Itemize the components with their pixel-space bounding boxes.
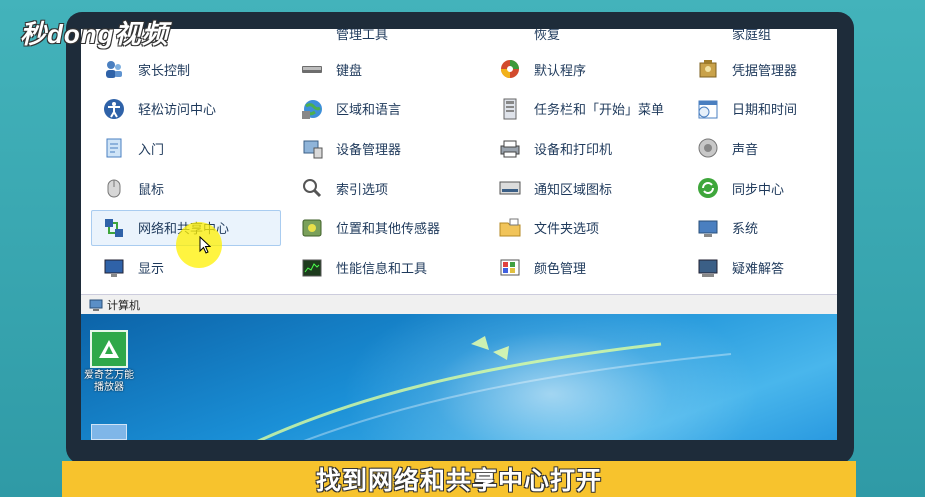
desktop-icon-label: 爱奇艺万能播放器 (84, 370, 134, 393)
item-label: 默认程序 (534, 62, 587, 78)
desktop-icon-partial[interactable] (91, 424, 127, 440)
control-panel-item[interactable]: 性能信息和工具 (289, 250, 479, 286)
control-panel-item[interactable]: 通知区域图标 (487, 170, 677, 206)
control-panel-item[interactable]: 任务栏和「开始」菜单 (487, 91, 677, 127)
item-label: 家长控制 (138, 62, 191, 78)
item-label: 系统 (732, 221, 759, 237)
notification-area-icon (498, 176, 522, 200)
location-sensors-icon (300, 216, 324, 240)
wallpaper-swoosh (257, 336, 732, 440)
control-panel-item[interactable]: 凭据管理器 (685, 51, 835, 87)
sound-icon (696, 136, 720, 160)
item-label: 疑难解答 (732, 261, 785, 276)
homegroup-icon (696, 29, 720, 45)
sync-center-icon (696, 176, 720, 200)
region-language-icon (300, 97, 324, 121)
item-label: 文件夹选项 (534, 221, 600, 237)
color-management-icon (498, 256, 522, 280)
item-label: 轻松访问中心 (138, 102, 217, 118)
item-label: 家庭组 (732, 29, 772, 42)
item-label: 设备管理器 (336, 141, 402, 157)
performance-icon (300, 256, 324, 280)
control-panel-item[interactable]: 设备和打印机 (487, 130, 677, 166)
player-icon (90, 330, 128, 368)
default-programs-icon (498, 57, 522, 81)
item-label: 通知区域图标 (534, 181, 613, 197)
item-label: 任务栏和「开始」菜单 (534, 102, 665, 118)
control-panel-item[interactable]: 鼠标 (91, 170, 281, 206)
control-panel-item[interactable]: 默认程序 (487, 51, 677, 87)
partial-item[interactable]: 家庭组 (685, 29, 835, 51)
mouse-icon (102, 176, 126, 200)
desktop-icon-player[interactable]: 爱奇艺万能播放器 (84, 330, 134, 394)
subtitle-bar: 找到网络和共享中心打开 (62, 461, 856, 497)
control-panel-item[interactable]: 位置和其他传感器 (289, 210, 479, 246)
item-label: 恢复 (534, 29, 561, 42)
control-panel-item[interactable]: 声音 (685, 130, 835, 166)
getting-started-icon (102, 136, 126, 160)
date-time-icon (696, 97, 720, 121)
control-panel-window: … 管理工具 恢复 家庭组 家长控制 键盘 默认程序 凭据管理器 轻松访问中心 区域和语言… (81, 29, 837, 314)
item-label: 鼠标 (138, 181, 165, 197)
partial-item[interactable]: 管理工具 (289, 29, 479, 51)
indexing-options-icon (300, 176, 324, 200)
devices-printers-icon (498, 136, 522, 160)
item-label: 声音 (732, 141, 759, 157)
item-label: 索引选项 (336, 181, 389, 197)
item-label: 颜色管理 (534, 261, 587, 276)
control-panel-item[interactable]: 索引选项 (289, 170, 479, 206)
control-panel-item[interactable]: 日期和时间 (685, 91, 835, 127)
folder-options-icon (498, 216, 522, 240)
display-icon (102, 256, 126, 280)
control-panel-item[interactable]: 设备管理器 (289, 130, 479, 166)
item-label: 日期和时间 (732, 102, 798, 118)
system-icon (696, 216, 720, 240)
item-label: 位置和其他传感器 (336, 221, 441, 237)
item-label: 显示 (138, 261, 165, 276)
control-panel-item[interactable]: 文件夹选项 (487, 210, 677, 246)
control-panel-item[interactable]: 系统 (685, 210, 835, 246)
status-bar-text: 计算机 (107, 299, 140, 312)
control-panel-item[interactable]: 入门 (91, 130, 281, 166)
ease-of-access-icon (102, 97, 126, 121)
network-sharing-icon (102, 216, 126, 240)
item-label: 凭据管理器 (732, 62, 798, 78)
control-panel-item[interactable]: 疑难解答 (685, 250, 835, 286)
item-label: 同步中心 (732, 181, 785, 197)
parental-controls-icon (102, 57, 126, 81)
keyboard-icon (300, 57, 324, 81)
device-manager-icon (300, 136, 324, 160)
control-panel-item[interactable]: 颜色管理 (487, 250, 677, 286)
control-panel-item[interactable]: 家长控制 (91, 51, 281, 87)
mouse-cursor-icon (199, 236, 211, 254)
subtitle-text: 找到网络和共享中心打开 (315, 467, 602, 495)
item-label: 管理工具 (336, 29, 389, 42)
partial-item[interactable]: 恢复 (487, 29, 677, 51)
item-label: 设备和打印机 (534, 141, 613, 157)
troubleshooting-icon (696, 256, 720, 280)
recovery-icon (498, 29, 522, 45)
control-panel-item[interactable]: 区域和语言 (289, 91, 479, 127)
watermark-logo: 秒dong视频 (20, 19, 169, 49)
item-label: 区域和语言 (336, 102, 402, 118)
control-panel-item[interactable]: 同步中心 (685, 170, 835, 206)
desktop: 爱奇艺万能播放器 (81, 314, 837, 440)
item-label: 性能信息和工具 (336, 261, 428, 276)
taskbar-start-menu-icon (498, 97, 522, 121)
status-bar: 计算机 (81, 294, 837, 314)
item-label: 入门 (138, 141, 165, 157)
admin-tools-icon (300, 29, 324, 45)
computer-icon (89, 298, 103, 312)
control-panel-item[interactable]: 键盘 (289, 51, 479, 87)
control-panel-item[interactable]: 轻松访问中心 (91, 91, 281, 127)
item-label: 键盘 (336, 62, 363, 78)
credential-manager-icon (696, 57, 720, 81)
